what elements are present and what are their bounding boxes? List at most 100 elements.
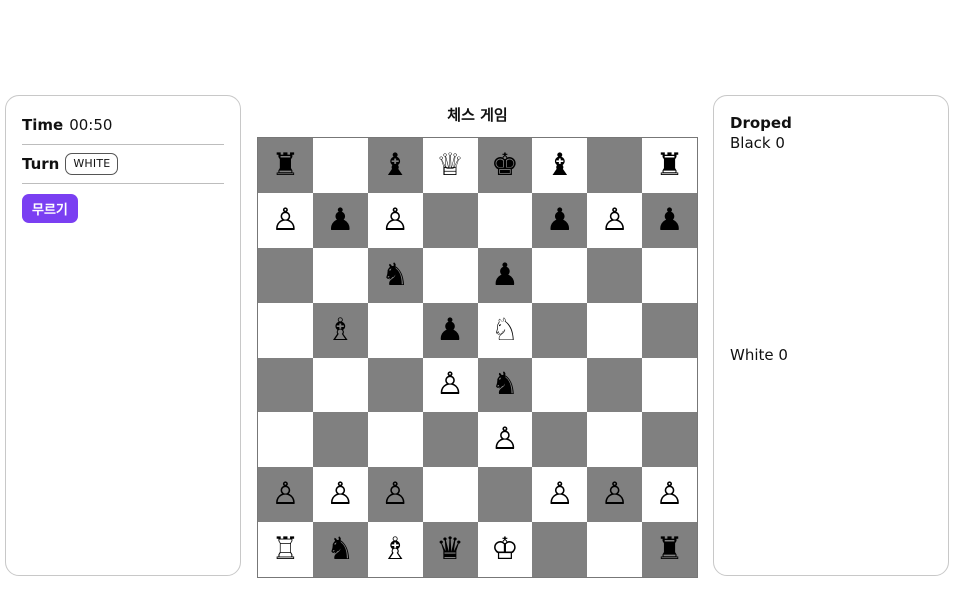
board-square[interactable] xyxy=(587,522,643,577)
black-rook-icon[interactable]: ♜ xyxy=(272,149,300,181)
board-square[interactable] xyxy=(642,247,697,303)
board-square[interactable] xyxy=(532,357,588,413)
board-square[interactable]: ♚ xyxy=(477,138,533,193)
board-square[interactable] xyxy=(312,357,368,413)
board-square[interactable] xyxy=(258,302,313,358)
board-square[interactable] xyxy=(477,467,533,523)
time-label: Time xyxy=(22,116,64,134)
board-square[interactable] xyxy=(258,357,313,413)
white-bishop-icon[interactable]: ♗ xyxy=(381,534,409,565)
board-square[interactable] xyxy=(312,138,368,193)
board-square[interactable] xyxy=(367,302,423,358)
board-square[interactable]: ♛ xyxy=(422,522,478,577)
board-square[interactable]: ♞ xyxy=(477,357,533,413)
board-square[interactable] xyxy=(367,412,423,468)
board-square[interactable]: ♟ xyxy=(642,192,697,248)
board-square[interactable] xyxy=(422,192,478,248)
board-square[interactable]: ♙ xyxy=(587,192,643,248)
board-square[interactable]: ♔ xyxy=(477,522,533,577)
board-square[interactable]: ♙ xyxy=(367,192,423,248)
white-queen-icon[interactable]: ♕ xyxy=(436,149,464,181)
board-square[interactable] xyxy=(532,522,588,577)
board-square[interactable]: ♙ xyxy=(587,467,643,523)
board-square[interactable] xyxy=(587,302,643,358)
black-rook-icon[interactable]: ♜ xyxy=(656,534,684,565)
board-square[interactable]: ♞ xyxy=(367,247,423,303)
board-square[interactable]: ♙ xyxy=(367,467,423,523)
black-bishop-icon[interactable]: ♝ xyxy=(546,149,574,181)
black-queen-icon[interactable]: ♛ xyxy=(436,534,464,565)
board-square[interactable]: ♙ xyxy=(477,412,533,468)
black-pawn-icon[interactable]: ♟ xyxy=(546,204,574,236)
board-square[interactable] xyxy=(532,247,588,303)
black-pawn-icon[interactable]: ♟ xyxy=(491,259,519,291)
board-square[interactable]: ♗ xyxy=(367,522,423,577)
board-square[interactable] xyxy=(422,247,478,303)
board-square[interactable]: ♟ xyxy=(422,302,478,358)
board-square[interactable] xyxy=(642,357,697,413)
board-square[interactable]: ♗ xyxy=(312,302,368,358)
white-pawn-icon[interactable]: ♙ xyxy=(546,479,574,510)
black-king-icon[interactable]: ♚ xyxy=(491,149,519,181)
black-bishop-icon[interactable]: ♝ xyxy=(381,149,409,181)
board-square[interactable]: ♙ xyxy=(532,467,588,523)
board-square[interactable]: ♙ xyxy=(422,357,478,413)
board-square[interactable]: ♜ xyxy=(258,138,313,193)
white-king-icon[interactable]: ♔ xyxy=(491,534,519,565)
white-rook-icon[interactable]: ♖ xyxy=(272,534,300,565)
board-square[interactable]: ♟ xyxy=(532,192,588,248)
board-square[interactable]: ♕ xyxy=(422,138,478,193)
board-square[interactable]: ♙ xyxy=(642,467,697,523)
board-square[interactable]: ♖ xyxy=(258,522,313,577)
board-square[interactable]: ♙ xyxy=(258,467,313,523)
board-square[interactable]: ♝ xyxy=(532,138,588,193)
board-square[interactable]: ♙ xyxy=(258,192,313,248)
board-square[interactable] xyxy=(312,412,368,468)
board-square[interactable]: ♟ xyxy=(312,192,368,248)
white-pawn-icon[interactable]: ♙ xyxy=(381,479,409,510)
black-knight-icon[interactable]: ♞ xyxy=(381,259,409,291)
board-square[interactable] xyxy=(587,138,643,193)
board-square[interactable] xyxy=(532,302,588,358)
board-square[interactable] xyxy=(587,357,643,413)
board-square[interactable] xyxy=(312,247,368,303)
board-square[interactable] xyxy=(642,412,697,468)
board-square[interactable] xyxy=(477,192,533,248)
white-knight-icon[interactable]: ♘ xyxy=(491,314,519,346)
white-pawn-icon[interactable]: ♙ xyxy=(656,479,684,510)
chess-board: ♜ ♝ ♕ ♚ ♝ ♜ ♙ ♟ ♙ ♟ ♙ ♟ ♞ ♟ ♗ ♟ ♘ ♙ ♞ ♙ ♙ ♙ ♙ ♙ ♙ ♙ ♖ ♞ ♗ ♛ ♔ ♜ xyxy=(257,137,698,578)
board-square[interactable] xyxy=(642,302,697,358)
white-pawn-icon[interactable]: ♙ xyxy=(601,479,629,510)
board-square[interactable]: ♘ xyxy=(477,302,533,358)
white-pawn-icon[interactable]: ♙ xyxy=(601,204,629,236)
board-square[interactable] xyxy=(532,412,588,468)
board-square[interactable] xyxy=(422,412,478,468)
divider xyxy=(22,144,224,145)
board-square[interactable]: ♟ xyxy=(477,247,533,303)
white-pawn-icon[interactable]: ♙ xyxy=(272,479,300,510)
white-pawn-icon[interactable]: ♙ xyxy=(491,424,519,455)
black-rook-icon[interactable]: ♜ xyxy=(656,149,684,181)
board-square[interactable]: ♜ xyxy=(642,138,697,193)
black-pawn-icon[interactable]: ♟ xyxy=(656,204,684,236)
board-square[interactable] xyxy=(587,247,643,303)
board-square[interactable]: ♞ xyxy=(312,522,368,577)
black-knight-icon[interactable]: ♞ xyxy=(326,534,354,565)
board-square[interactable] xyxy=(258,412,313,468)
white-pawn-icon[interactable]: ♙ xyxy=(436,369,464,400)
board-square[interactable]: ♜ xyxy=(642,522,697,577)
board-square[interactable] xyxy=(422,467,478,523)
white-pawn-icon[interactable]: ♙ xyxy=(272,204,300,236)
white-bishop-icon[interactable]: ♗ xyxy=(326,314,354,346)
board-square[interactable] xyxy=(258,247,313,303)
board-square[interactable]: ♙ xyxy=(312,467,368,523)
white-pawn-icon[interactable]: ♙ xyxy=(381,204,409,236)
board-square[interactable]: ♝ xyxy=(367,138,423,193)
white-pawn-icon[interactable]: ♙ xyxy=(326,479,354,510)
black-knight-icon[interactable]: ♞ xyxy=(491,369,519,400)
black-pawn-icon[interactable]: ♟ xyxy=(436,314,464,346)
undo-button[interactable]: 무르기 xyxy=(22,194,78,223)
board-square[interactable] xyxy=(587,412,643,468)
board-square[interactable] xyxy=(367,357,423,413)
black-pawn-icon[interactable]: ♟ xyxy=(326,204,354,236)
